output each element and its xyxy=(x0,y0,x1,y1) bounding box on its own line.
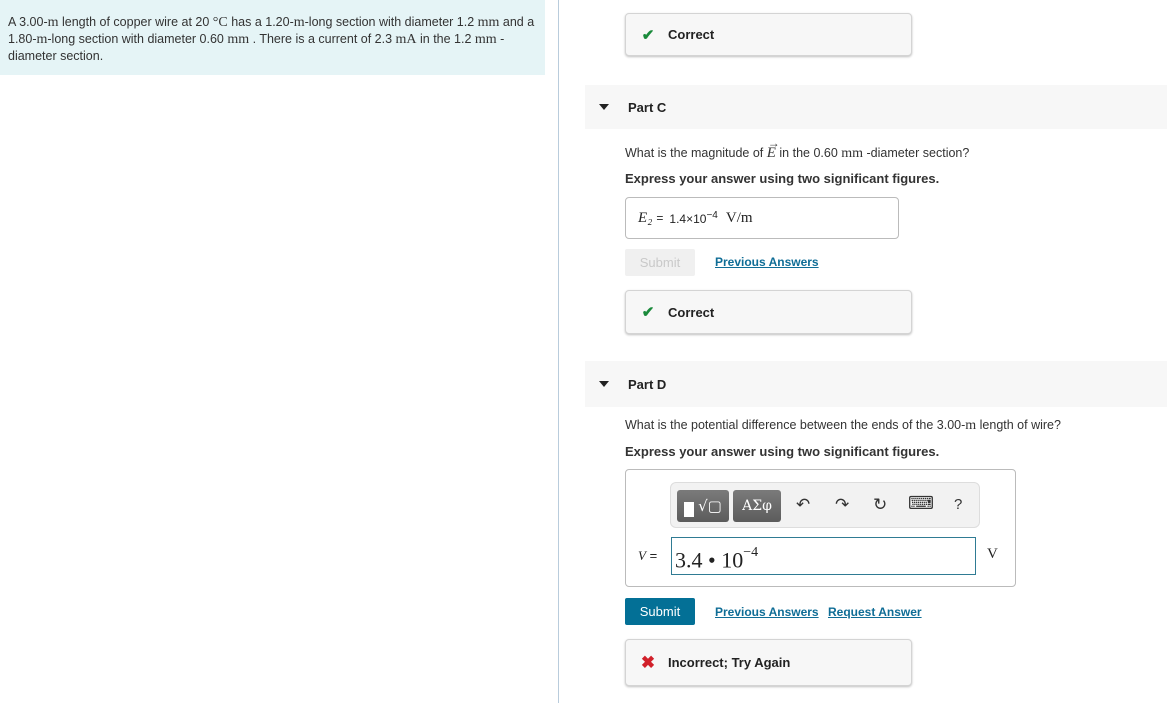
part-c-submit-button[interactable]: Submit xyxy=(625,249,695,276)
collapse-arrow-icon[interactable] xyxy=(599,381,609,387)
part-c-previous-answers-link[interactable]: Previous Answers xyxy=(715,255,819,269)
template-block-icon xyxy=(684,501,695,517)
part-d-answer-editor: √▢ ΑΣφ ↶ ↷ ↻ ⌨ ? V = 3.4 • 10−4 V xyxy=(625,469,1016,587)
check-icon: ✔ xyxy=(641,26,655,44)
part-d-header[interactable]: Part D xyxy=(585,361,1167,407)
problem-text-segment: -long section with diameter 0.60 xyxy=(47,32,228,46)
math-unit: mm xyxy=(227,32,250,47)
column-divider xyxy=(558,0,559,703)
math-unit: mm xyxy=(474,32,497,47)
problem-text-segment: length of copper wire at 20 xyxy=(58,15,213,29)
question-text: length of wire? xyxy=(976,418,1061,432)
e-vector-symbol: → E xyxy=(766,136,780,161)
part-d-feedback: ✖ Incorrect; Try Again xyxy=(625,639,912,686)
answer-exponent: −4 xyxy=(706,210,718,221)
templates-button[interactable]: √▢ xyxy=(677,490,729,522)
part-d-instruction: Express your answer using two significan… xyxy=(625,444,940,459)
part-c-answer-display: E₂ = 1.4×10−4 V/m xyxy=(625,197,899,239)
undo-icon[interactable]: ↶ xyxy=(796,495,810,515)
part-d-previous-answers-link[interactable]: Previous Answers xyxy=(715,605,819,619)
math-unit: mA xyxy=(395,32,417,47)
feedback-text: Correct xyxy=(668,304,715,320)
part-d-title: Part D xyxy=(628,376,667,392)
unit-m: m xyxy=(965,418,977,433)
x-icon: ✖ xyxy=(640,652,656,672)
math-unit: mm xyxy=(477,15,500,30)
problem-text-segment: -long section with diameter 1.2 xyxy=(304,15,478,29)
collapse-arrow-icon[interactable] xyxy=(599,104,609,110)
answer-variable-label: V = xyxy=(638,548,657,564)
help-icon[interactable]: ? xyxy=(954,496,962,513)
problem-text: A 3.00-m length of copper wire at 20 °C … xyxy=(0,0,545,64)
answer-mantissa: 1.4×10 xyxy=(669,212,707,226)
unit-mm: mm xyxy=(841,146,864,161)
part-d-submit-button[interactable]: Submit xyxy=(625,598,695,625)
part-c-feedback: ✔ Correct xyxy=(625,290,912,334)
redo-icon[interactable]: ↷ xyxy=(835,495,849,515)
question-text: What is the magnitude of xyxy=(625,146,767,160)
part-c-header[interactable]: Part C xyxy=(585,85,1167,129)
problem-text-segment: has a 1.20- xyxy=(227,15,294,29)
math-unit: m xyxy=(293,15,305,30)
answer-unit: V/m xyxy=(725,209,753,226)
radical-icon: √▢ xyxy=(698,497,722,515)
question-text: What is the potential difference between… xyxy=(625,418,966,432)
question-text: -diameter section? xyxy=(863,146,970,160)
keyboard-icon[interactable]: ⌨ xyxy=(908,493,934,514)
variable-v: V xyxy=(638,548,646,563)
problem-text-segment: A 3.00- xyxy=(8,15,48,29)
feedback-text: Correct xyxy=(668,27,715,42)
question-text: in the 0.60 xyxy=(775,146,842,160)
answer-value: 1.4×10−4 xyxy=(669,210,717,226)
part-c-title: Part C xyxy=(628,99,667,115)
feedback-correct-part-b: ✔ Correct xyxy=(625,13,912,56)
math-unit: °C xyxy=(212,15,228,30)
problem-text-segment: . There is a current of 2.3 xyxy=(249,32,396,46)
math-toolbar: √▢ ΑΣφ ↶ ↷ ↻ ⌨ ? xyxy=(670,482,980,528)
feedback-text: Incorrect; Try Again xyxy=(668,655,791,670)
check-icon: ✔ xyxy=(641,304,655,321)
input-mantissa: 3.4 • 10 xyxy=(675,547,744,573)
math-unit: m xyxy=(47,15,59,30)
problem-text-segment: in the 1.2 xyxy=(416,32,475,46)
answer-input[interactable]: 3.4 • 10−4 xyxy=(671,537,976,575)
symbols-button[interactable]: ΑΣφ xyxy=(733,490,781,522)
problem-statement: A 3.00-m length of copper wire at 20 °C … xyxy=(0,0,545,75)
equals-sign: = xyxy=(656,211,664,225)
input-exponent: −4 xyxy=(743,545,759,560)
answer-unit: V xyxy=(987,546,998,562)
math-unit: m xyxy=(36,32,48,47)
part-c-instruction: Express your answer using two significan… xyxy=(625,171,940,186)
part-d-question: What is the potential difference between… xyxy=(625,418,1061,434)
part-c-question: What is the magnitude of → E in the 0.60 … xyxy=(625,136,970,162)
reset-icon[interactable]: ↻ xyxy=(873,495,887,515)
request-answer-link[interactable]: Request Answer xyxy=(828,605,922,619)
equals-sign: = xyxy=(649,548,658,563)
answer-variable: E₂ xyxy=(638,209,653,226)
